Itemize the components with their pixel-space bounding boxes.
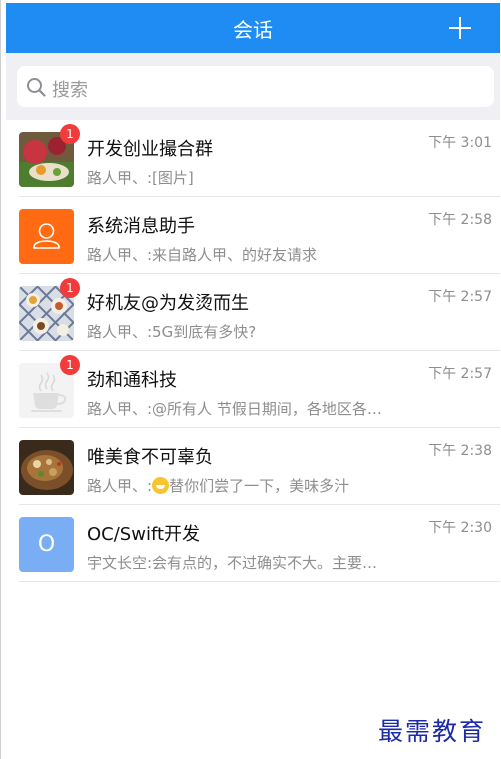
conversation-title: 系统消息助手 [87,216,195,237]
watermark: 最需教育 [378,717,487,746]
preview-text: 替你们尝了一下，美味多汁 [169,477,350,495]
conversation-title: 好机友@为发烫而生 [87,293,249,314]
search-icon [27,78,46,97]
conversation-list: 1 开发创业撮合群 路人甲、:[图片] 下午 3:01 系统消息助手 路人甲、:… [6,120,500,582]
unread-badge: 1 [60,278,80,298]
conversation-preview: 路人甲、:@所有人 节假日期间，各地区各… [87,400,382,418]
conversation-title: 唯美食不可辜负 [87,447,213,468]
conversation-preview: 路人甲、:来自路人甲、的好友请求 [87,246,318,264]
conversation-time: 下午 2:38 [428,443,492,459]
plus-icon[interactable] [448,16,472,40]
search-placeholder: 搜索 [52,80,88,101]
conversation-time: 下午 3:01 [428,135,492,151]
conversation-row[interactable]: 系统消息助手 路人甲、:来自路人甲、的好友请求 下午 2:58 [6,197,500,274]
search-area: 搜索 [6,53,500,120]
conversation-preview: 宇文长空:会有点的，不过确实不大。主要… [87,554,378,572]
conversation-time: 下午 2:58 [428,212,492,228]
conversation-row[interactable]: 唯美食不可辜负 路人甲、: 替你们尝了一下，美味多汁 下午 2:38 [6,428,500,505]
preview-sender: 路人甲、: [87,477,153,495]
dish-photo-avatar [19,440,74,495]
person-icon [19,209,74,264]
conversation-time: 下午 2:57 [428,366,492,382]
search-input[interactable]: 搜索 [17,66,494,107]
conversation-time: 下午 2:57 [428,289,492,305]
conversation-title: 劲和通科技 [87,370,177,391]
conversation-time: 下午 2:30 [428,520,492,536]
conversation-title: 开发创业撮合群 [87,139,213,160]
conversation-row[interactable]: 1 开发创业撮合群 路人甲、:[图片] 下午 3:01 [6,120,500,197]
conversation-title: OC/Swift开发 [87,524,201,545]
page-title: 会话 [233,18,273,42]
unread-badge: 1 [60,355,80,375]
conversation-preview: 路人甲、:5G到底有多快? [87,323,257,341]
conversation-row[interactable]: 1 劲和通科技 路人甲、:@所有人 节假日期间，各地区各… 下午 2:57 [6,351,500,428]
conversation-preview: 路人甲、: 替你们尝了一下，美味多汁 [87,475,427,496]
avatar-letter: O [37,532,56,557]
conversation-preview: 路人甲、:[图片] [87,169,194,187]
navigation-bar: 会话 [6,3,500,53]
letter-avatar: O [19,517,74,572]
unread-badge: 1 [60,124,80,144]
chat-list-screen: 会话 搜索 1 开发创业撮合群 路人甲、:[图片] 下午 3:01 系统消息助手… [0,0,501,759]
conversation-row[interactable]: O OC/Swift开发 宇文长空:会有点的，不过确实不大。主要… 下午 2:3… [6,505,500,582]
conversation-row[interactable]: 1 好机友@为发烫而生 路人甲、:5G到底有多快? 下午 2:57 [6,274,500,351]
grinning-face-emoji [152,477,170,494]
